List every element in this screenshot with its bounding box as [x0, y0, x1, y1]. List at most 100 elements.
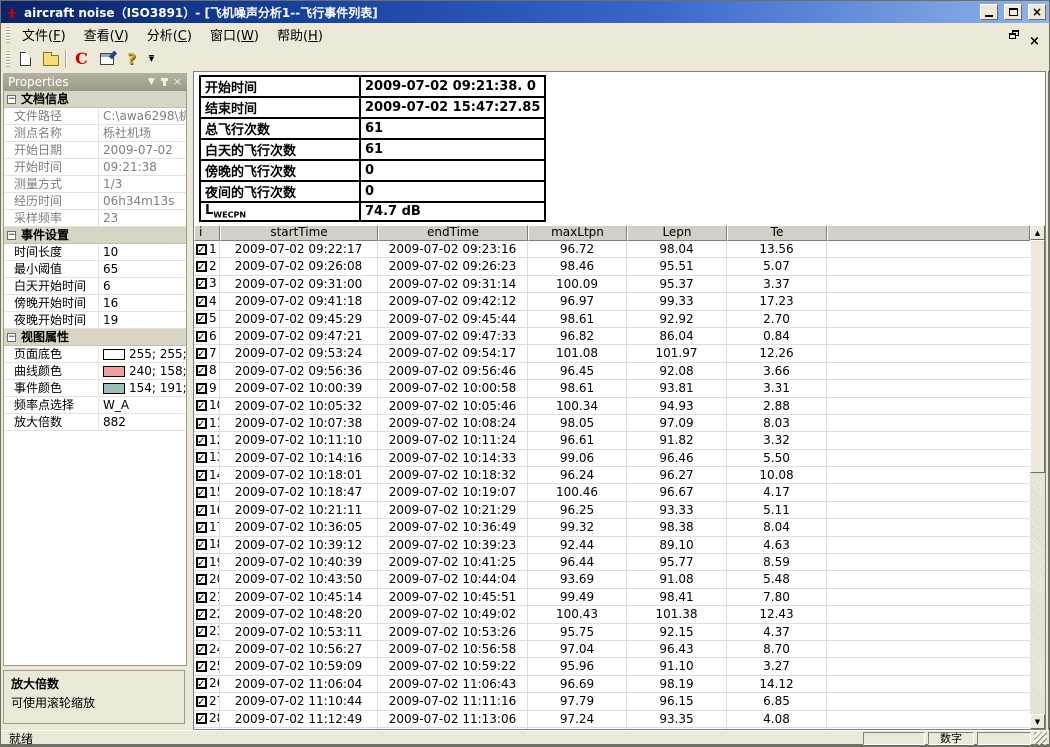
- property-value[interactable]: 154; 191; 184: [99, 380, 186, 396]
- calibrate-button[interactable]: C: [69, 48, 94, 70]
- table-row[interactable]: 172009-07-02 10:36:052009-07-02 10:36:49…: [194, 519, 1030, 536]
- row-checkbox[interactable]: [196, 626, 207, 637]
- table-row[interactable]: 232009-07-02 10:53:112009-07-02 10:53:26…: [194, 624, 1030, 641]
- row-checkbox[interactable]: [196, 470, 207, 481]
- property-row[interactable]: 曲线颜色240; 158; 158: [4, 363, 186, 380]
- table-row[interactable]: 122009-07-02 10:11:102009-07-02 10:11:24…: [194, 432, 1030, 449]
- panel-dropdown-icon[interactable]: ▼: [148, 73, 155, 91]
- mdi-minimize-button[interactable]: [989, 30, 999, 39]
- row-checkbox[interactable]: [196, 383, 207, 394]
- property-row[interactable]: 最小阈值65: [4, 261, 186, 278]
- table-row[interactable]: 12009-07-02 09:22:172009-07-02 09:23:169…: [194, 241, 1030, 258]
- column-header-i[interactable]: i: [194, 225, 220, 241]
- row-checkbox[interactable]: [196, 278, 207, 289]
- property-value[interactable]: 255; 255; 255: [99, 346, 186, 362]
- table-row[interactable]: 92009-07-02 10:00:392009-07-02 10:00:589…: [194, 380, 1030, 397]
- menu-drag-handle[interactable]: [6, 27, 10, 43]
- property-value[interactable]: W_A: [99, 397, 186, 413]
- property-value[interactable]: 1/3: [99, 176, 186, 192]
- row-checkbox[interactable]: [196, 713, 207, 724]
- row-checkbox[interactable]: [196, 348, 207, 359]
- property-value[interactable]: 栎社机场: [99, 125, 186, 141]
- table-row[interactable]: 162009-07-02 10:21:112009-07-02 10:21:29…: [194, 502, 1030, 519]
- column-header-endTime[interactable]: endTime: [378, 225, 528, 241]
- property-value[interactable]: 6: [99, 278, 186, 294]
- table-row[interactable]: 192009-07-02 10:40:392009-07-02 10:41:25…: [194, 554, 1030, 571]
- row-checkbox[interactable]: [196, 696, 207, 707]
- row-checkbox[interactable]: [196, 400, 207, 411]
- resize-grip-icon[interactable]: [1034, 732, 1047, 745]
- row-checkbox[interactable]: [196, 452, 207, 463]
- row-checkbox[interactable]: [196, 418, 207, 429]
- toolbar-drag-handle[interactable]: [6, 51, 10, 67]
- menu-item[interactable]: 帮助(H): [268, 22, 332, 47]
- property-row[interactable]: 频率点选择W_A: [4, 397, 186, 414]
- property-value[interactable]: 09:21:38: [99, 159, 186, 175]
- row-checkbox[interactable]: [196, 522, 207, 533]
- table-row[interactable]: 82009-07-02 09:56:362009-07-02 09:56:469…: [194, 363, 1030, 380]
- properties-button[interactable]: [94, 48, 119, 70]
- property-value[interactable]: 882: [99, 414, 186, 430]
- close-button[interactable]: ×: [1028, 4, 1046, 20]
- table-row[interactable]: 112009-07-02 10:07:382009-07-02 10:08:24…: [194, 415, 1030, 432]
- property-value[interactable]: 10: [99, 244, 186, 260]
- row-checkbox[interactable]: [196, 435, 207, 446]
- table-row[interactable]: 282009-07-02 11:12:492009-07-02 11:13:06…: [194, 711, 1030, 728]
- property-row[interactable]: 事件颜色154; 191; 184: [4, 380, 186, 397]
- table-row[interactable]: 202009-07-02 10:43:502009-07-02 10:44:04…: [194, 571, 1030, 588]
- table-row[interactable]: 72009-07-02 09:53:242009-07-02 09:54:171…: [194, 345, 1030, 362]
- new-file-button[interactable]: [13, 48, 38, 70]
- property-row[interactable]: 傍晚开始时间16: [4, 295, 186, 312]
- property-row[interactable]: 开始日期2009-07-02: [4, 142, 186, 159]
- scroll-thumb[interactable]: [1030, 240, 1045, 473]
- property-value[interactable]: 19: [99, 312, 186, 328]
- collapse-icon[interactable]: −: [7, 95, 16, 104]
- menu-item[interactable]: 文件(F): [13, 22, 75, 47]
- mdi-restore-button[interactable]: [1009, 30, 1019, 39]
- table-row[interactable]: 102009-07-02 10:05:322009-07-02 10:05:46…: [194, 398, 1030, 415]
- scroll-up-button[interactable]: ▲: [1030, 225, 1045, 240]
- row-checkbox[interactable]: [196, 539, 207, 550]
- pin-icon[interactable]: [163, 78, 166, 86]
- row-checkbox[interactable]: [196, 487, 207, 498]
- menu-item[interactable]: 分析(C): [138, 22, 201, 47]
- open-file-button[interactable]: [38, 48, 63, 70]
- property-row[interactable]: 时间长度10: [4, 244, 186, 261]
- table-row[interactable]: 182009-07-02 10:39:122009-07-02 10:39:23…: [194, 537, 1030, 554]
- table-row[interactable]: 242009-07-02 10:56:272009-07-02 10:56:58…: [194, 641, 1030, 658]
- table-row[interactable]: 252009-07-02 10:59:092009-07-02 10:59:22…: [194, 658, 1030, 675]
- row-checkbox[interactable]: [196, 557, 207, 568]
- row-checkbox[interactable]: [196, 678, 207, 689]
- table-row[interactable]: 152009-07-02 10:18:472009-07-02 10:19:07…: [194, 484, 1030, 501]
- table-row[interactable]: 262009-07-02 11:06:042009-07-02 11:06:43…: [194, 676, 1030, 693]
- property-value[interactable]: 65: [99, 261, 186, 277]
- property-section-header[interactable]: −视图属性: [4, 329, 186, 346]
- property-row[interactable]: 文件路径C:\awa6298\机场: [4, 108, 186, 125]
- table-row[interactable]: 272009-07-02 11:10:442009-07-02 11:11:16…: [194, 693, 1030, 710]
- vertical-scrollbar[interactable]: ▲ ▼: [1030, 225, 1045, 729]
- column-header-maxLtpn[interactable]: maxLtpn: [528, 225, 627, 241]
- table-row[interactable]: [194, 728, 1030, 729]
- row-checkbox[interactable]: [196, 609, 207, 620]
- table-row[interactable]: 222009-07-02 10:48:202009-07-02 10:49:02…: [194, 606, 1030, 623]
- table-row[interactable]: 212009-07-02 10:45:142009-07-02 10:45:51…: [194, 589, 1030, 606]
- panel-close-icon[interactable]: ×: [173, 73, 182, 91]
- menu-item[interactable]: 查看(V): [75, 22, 138, 47]
- row-checkbox[interactable]: [196, 574, 207, 585]
- property-section-header[interactable]: −事件设置: [4, 227, 186, 244]
- table-row[interactable]: 132009-07-02 10:14:162009-07-02 10:14:33…: [194, 450, 1030, 467]
- row-checkbox[interactable]: [196, 644, 207, 655]
- row-checkbox[interactable]: [196, 244, 207, 255]
- collapse-icon[interactable]: −: [7, 333, 16, 342]
- row-checkbox[interactable]: [196, 313, 207, 324]
- property-row[interactable]: 经历时间06h34m13s: [4, 193, 186, 210]
- table-row[interactable]: 52009-07-02 09:45:292009-07-02 09:45:449…: [194, 311, 1030, 328]
- collapse-icon[interactable]: −: [7, 231, 16, 240]
- row-checkbox[interactable]: [196, 365, 207, 376]
- row-checkbox[interactable]: [196, 505, 207, 516]
- mdi-close-button[interactable]: ×: [1029, 30, 1039, 39]
- property-value[interactable]: C:\awa6298\机场: [99, 108, 186, 124]
- column-header-Lepn[interactable]: Lepn: [627, 225, 727, 241]
- maximize-button[interactable]: [1004, 4, 1022, 20]
- property-row[interactable]: 测量方式1/3: [4, 176, 186, 193]
